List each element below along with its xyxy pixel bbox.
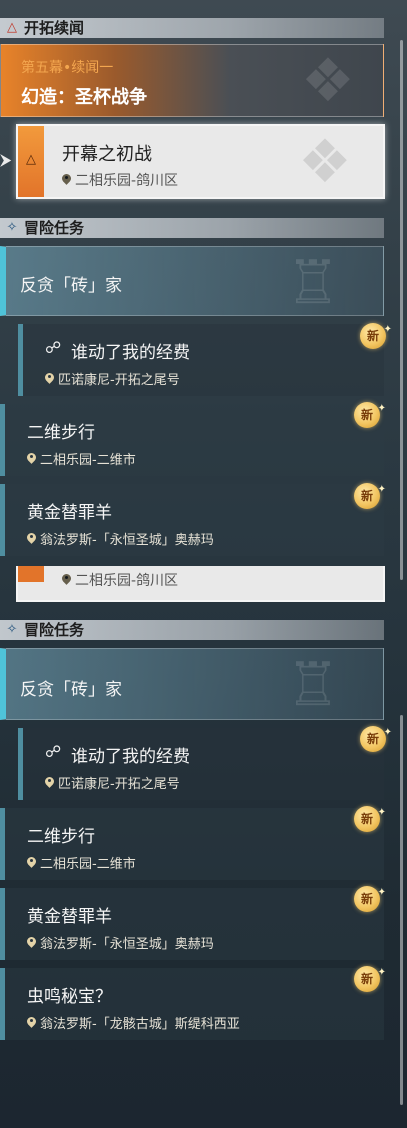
new-badge: 新 [354, 800, 386, 832]
mission-item-anti-corruption[interactable]: ♖ 反贪「砖」家 [0, 246, 384, 316]
mission-title: 谁动了我的经费 [71, 343, 190, 363]
new-badge: 新 [354, 396, 386, 428]
location-pin-icon [62, 174, 71, 186]
selection-arrow-icon: ⮞ [0, 150, 12, 169]
section-header-adventure: ✧ 冒险任务 [0, 218, 384, 238]
mission-location: 翁法罗斯-「永恒圣城」奥赫玛 [27, 529, 214, 548]
story-title: 幻造：圣杯战争 [21, 87, 147, 108]
mission-item-anti-corruption[interactable]: ♖ 反贪「砖」家 [0, 648, 384, 720]
scrollbar-bottom[interactable] [400, 715, 403, 1105]
new-badge: 新 [360, 720, 392, 752]
mission-location: 匹诺康尼-开拓之尾号 [45, 773, 180, 792]
section-title: 冒险任务 [24, 621, 85, 639]
selected-mission-card[interactable]: △ ❖ 开幕之初战 二相乐园-鸽川区 [16, 124, 385, 199]
mission-location: 匹诺康尼-开拓之尾号 [45, 369, 180, 388]
mission-item-2d-walk[interactable]: 二维步行 二相乐园-二维市 [0, 404, 384, 476]
mission-link-icon: ☍ [45, 742, 62, 761]
mission-title: 黄金替罪羊 [27, 907, 112, 927]
location-pin-icon [45, 777, 54, 789]
mission-title: 黄金替罪羊 [27, 503, 112, 523]
mission-location: 二相乐园-鸽川区 [62, 570, 178, 590]
mission-type-strip [18, 566, 44, 582]
location-pin-icon [27, 533, 36, 545]
section-header-adventure-2: ✧ 冒险任务 [0, 620, 384, 640]
location-pin-icon [27, 937, 36, 949]
mission-title: 二维步行 [27, 827, 95, 847]
location-pin-icon [62, 574, 71, 586]
trailblaze-icon: △ [26, 152, 36, 167]
mission-title: 二维步行 [27, 423, 95, 443]
chapter-label: 第五幕•续闻一 [21, 60, 114, 76]
mission-item-funds[interactable]: ☍ 谁动了我的经费 匹诺康尼-开拓之尾号 [18, 324, 384, 396]
location-pin-icon [27, 1017, 36, 1029]
mission-item-funds[interactable]: ☍ 谁动了我的经费 匹诺康尼-开拓之尾号 [18, 728, 384, 800]
mission-location: 二相乐园-鸽川区 [62, 170, 178, 190]
scrollbar-top[interactable] [400, 40, 403, 580]
adventure-icon: ✧ [6, 622, 18, 637]
emblem-watermark: ♖ [286, 650, 340, 720]
story-card[interactable]: ❖ 第五幕•续闻一 幻造：圣杯战争 [0, 44, 384, 117]
mission-title: 开幕之初战 [62, 144, 152, 165]
emblem-watermark: ❖ [301, 46, 355, 116]
mission-item-insect-treasure[interactable]: 虫鸣秘宝？ 翁法罗斯-「龙骸古城」斯缇科西亚 [0, 968, 384, 1040]
mission-type-strip: △ [18, 126, 44, 197]
emblem-watermark: ♖ [286, 248, 340, 318]
emblem-watermark: ❖ [298, 127, 352, 197]
new-badge: 新 [360, 317, 392, 349]
new-badge: 新 [354, 880, 386, 912]
mission-title: 反贪「砖」家 [20, 680, 122, 700]
mission-location: 二相乐园-二维市 [27, 449, 136, 468]
new-badge: 新 [354, 477, 386, 509]
location-pin-icon [27, 857, 36, 869]
mission-location: 二相乐园-二维市 [27, 853, 136, 872]
section-header-main-story: △ 开拓续闻 [0, 18, 384, 38]
section-title: 冒险任务 [24, 219, 85, 237]
mission-link-icon: ☍ [45, 338, 62, 357]
mission-location: 翁法罗斯-「永恒圣城」奥赫玛 [27, 933, 214, 952]
mission-title: 反贪「砖」家 [20, 276, 122, 296]
selected-mission-card-partial[interactable]: 二相乐园-鸽川区 [16, 566, 385, 602]
mission-item-scapegoat[interactable]: 黄金替罪羊 翁法罗斯-「永恒圣城」奥赫玛 [0, 484, 384, 556]
mission-item-scapegoat[interactable]: 黄金替罪羊 翁法罗斯-「永恒圣城」奥赫玛 [0, 888, 384, 960]
location-pin-icon [45, 373, 54, 385]
new-badge: 新 [354, 960, 386, 992]
location-pin-icon [27, 453, 36, 465]
mission-title: 虫鸣秘宝？ [27, 987, 112, 1007]
adventure-icon: ✧ [6, 220, 18, 235]
mission-item-2d-walk[interactable]: 二维步行 二相乐园-二维市 [0, 808, 384, 880]
mission-location: 翁法罗斯-「龙骸古城」斯缇科西亚 [27, 1013, 240, 1032]
mission-title: 谁动了我的经费 [71, 747, 190, 767]
section-title: 开拓续闻 [24, 19, 85, 37]
trailblaze-icon: △ [7, 20, 17, 35]
